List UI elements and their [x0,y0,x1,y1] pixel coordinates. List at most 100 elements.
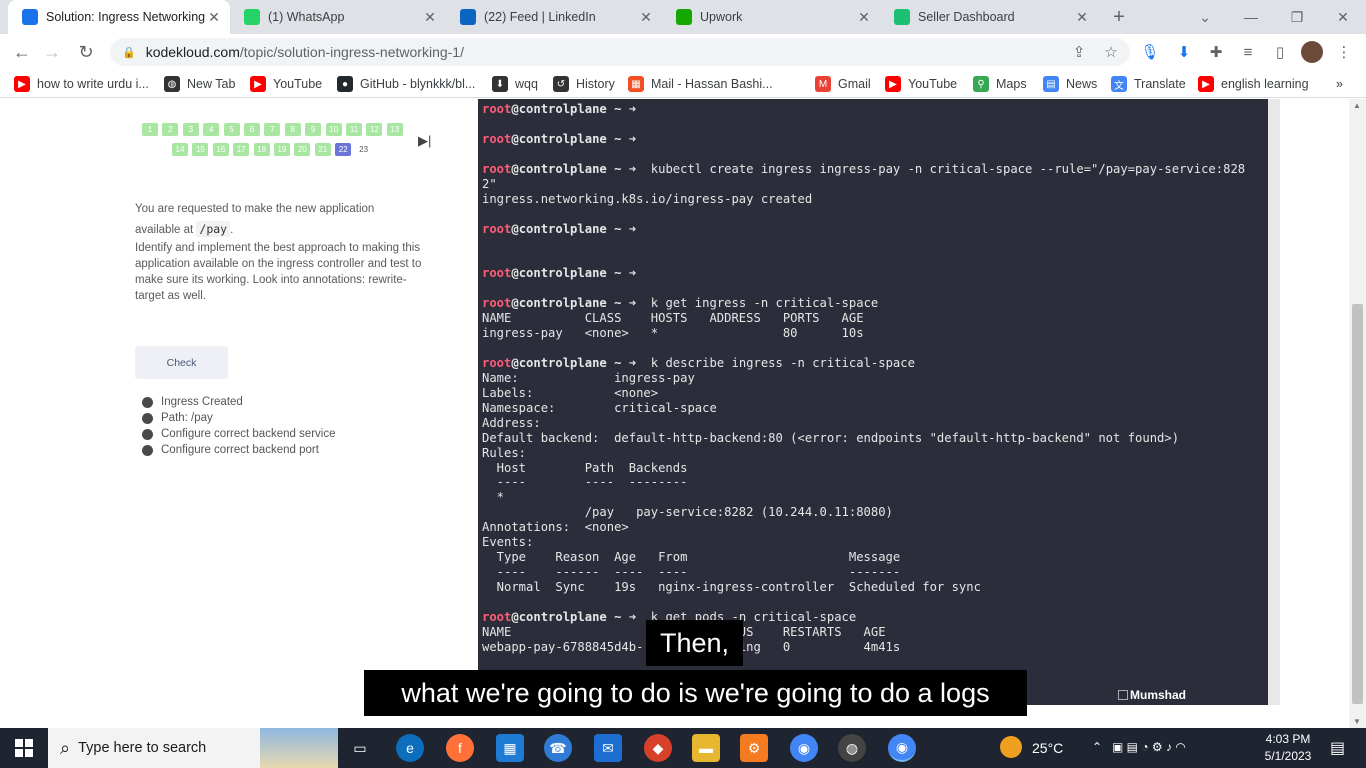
question-button-7[interactable]: 7 [264,123,281,136]
avatar[interactable] [1298,38,1326,66]
bookmark-item[interactable]: ▶ english learning [1198,75,1309,93]
terminal[interactable]: root@controlplane ~ ➜ root@controlplane ~… [478,99,1280,705]
question-button-6[interactable]: 6 [244,123,260,136]
tab-search-icon[interactable]: ⌄ [1182,0,1228,34]
bookmark-item[interactable]: 文 Translate [1111,75,1186,93]
question-button-12[interactable]: 12 [366,123,383,136]
reload-button[interactable]: ↻ [72,38,100,66]
question-button-22[interactable]: 22 [335,143,352,156]
bookmark-item[interactable]: ⚲ Maps [973,75,1027,93]
question-button-21[interactable]: 21 [314,143,331,156]
bookmark-item[interactable]: ▶ how to write urdu i... [14,75,149,93]
task-line-1: You are requested to make the new applic… [135,203,375,215]
question-button-17[interactable]: 17 [233,143,250,156]
reading-list-icon[interactable]: ≡ [1234,38,1262,66]
question-button-23[interactable]: 23 [356,143,372,156]
scroll-thumb[interactable] [1352,304,1363,704]
tab-0[interactable]: Solution: Ingress Networking ✕ [8,0,230,34]
tab-2[interactable]: (22) Feed | LinkedIn ✕ [446,0,662,34]
question-button-14[interactable]: 14 [172,143,188,156]
microphone-icon[interactable]: 🎙 [1136,38,1164,66]
terminal-line: root@controlplane ~ ➜ k describe ingress… [482,356,1245,371]
question-button-18[interactable]: 18 [253,143,270,156]
question-button-3[interactable]: 3 [182,123,199,136]
bookmark-item[interactable]: ⬇ wqq [492,75,538,93]
bookmark-item[interactable]: ● GitHub - blynkkk/bl... [337,75,475,93]
mail-icon[interactable]: ✉ [594,734,622,762]
scroll-up-icon[interactable]: ▲ [1353,101,1361,110]
check-button[interactable]: Check [135,346,228,379]
bookmark-star-icon[interactable]: ☆ [1097,38,1125,66]
bookmark-item[interactable]: ▦ Mail - Hassan Bashi... [628,75,773,93]
phone-link-icon[interactable]: ☎ [544,734,572,762]
share-icon[interactable]: ⇪ [1065,38,1093,66]
obs-icon[interactable]: ◍ [838,734,866,762]
bookmark-item[interactable]: ▶ YouTube [250,75,322,93]
question-button-8[interactable]: 8 [284,123,301,136]
page-scrollbar[interactable]: ▲ ▼ [1349,99,1366,728]
tab-3[interactable]: Upwork ✕ [662,0,880,34]
question-button-19[interactable]: 19 [274,143,290,156]
close-icon[interactable]: ✕ [1074,9,1090,25]
window-close-icon[interactable]: ✕ [1320,0,1366,34]
tray-chevron-icon[interactable]: ⌃ [1092,740,1102,754]
forward-button[interactable]: → [38,38,66,66]
question-button-2[interactable]: 2 [162,123,179,136]
bookmarks-overflow-icon[interactable]: » [1336,75,1343,93]
question-button-10[interactable]: 10 [325,123,342,136]
question-button-1[interactable]: 1 [142,123,158,136]
question-button-20[interactable]: 20 [294,143,311,156]
question-button-13[interactable]: 13 [386,123,403,136]
extensions-icon[interactable]: ✚ [1202,38,1230,66]
chrome-active-icon[interactable]: ◉ [888,734,916,762]
close-icon[interactable]: ✕ [206,9,222,25]
bookmark-item[interactable]: ▶ YouTube [885,75,957,93]
edge-icon[interactable]: e [396,734,424,762]
store-icon[interactable]: ▦ [496,734,524,762]
menu-icon[interactable]: ⋮ [1330,38,1358,66]
prompt-user: root [482,102,512,116]
bookmark-item[interactable]: M Gmail [815,75,871,93]
file-explorer-icon[interactable]: ▬ [692,734,720,762]
new-tab-button[interactable]: + [1096,0,1142,34]
question-button-11[interactable]: 11 [346,123,362,136]
question-button-9[interactable]: 9 [305,123,322,136]
close-icon[interactable]: ✕ [638,9,654,25]
taskbar-search[interactable]: ⌕ Type here to search [48,728,338,768]
notifications-icon[interactable]: ▤ [1330,738,1345,758]
chrome-icon[interactable]: ◉ [790,734,818,762]
bookmark-item[interactable]: ◍ New Tab [164,75,235,93]
bookmark-item[interactable]: ↺ History [553,75,615,93]
windows-start-icon[interactable] [10,734,38,762]
close-icon[interactable]: ✕ [422,9,438,25]
scroll-down-icon[interactable]: ▼ [1353,717,1361,726]
back-button[interactable]: ← [8,38,36,66]
firefox-icon[interactable]: f [446,734,474,762]
tray-icons[interactable]: ▣ ▤ ◔ ⚙ ♪ ◠ [1112,740,1186,754]
question-button-5[interactable]: 5 [223,123,240,136]
clock-time[interactable]: 4:03 PM [1258,732,1318,746]
settings-app-icon[interactable]: ⚙ [740,734,768,762]
translate-icon: 文 [1111,76,1127,92]
skip-forward-icon[interactable]: ▶| [418,133,431,149]
clock-date[interactable]: 5/1/2023 [1258,749,1318,763]
app-icon[interactable]: ◆ [644,734,672,762]
question-button-4[interactable]: 4 [203,123,220,136]
tab-4[interactable]: Seller Dashboard ✕ [880,0,1098,34]
address-bar[interactable]: 🔒 kodekloud.com/topic/solution-ingress-n… [110,38,1130,66]
question-button-16[interactable]: 16 [212,143,229,156]
weather-temp[interactable]: 25°C [1032,740,1063,756]
task-view-icon[interactable]: ▭ [346,734,374,762]
close-icon[interactable]: ✕ [856,9,872,25]
tab-title: (1) WhatsApp [268,10,345,24]
download-ext-icon[interactable]: ⬇ [1170,38,1198,66]
minimize-icon[interactable]: — [1228,0,1274,34]
restore-icon[interactable]: ❐ [1274,0,1320,34]
bookmark-item[interactable]: ▤ News [1043,75,1097,93]
tab-1[interactable]: (1) WhatsApp ✕ [230,0,446,34]
question-button-15[interactable]: 15 [192,143,209,156]
side-panel-icon[interactable]: ▯ [1266,38,1294,66]
prompt-user: root [482,296,512,311]
